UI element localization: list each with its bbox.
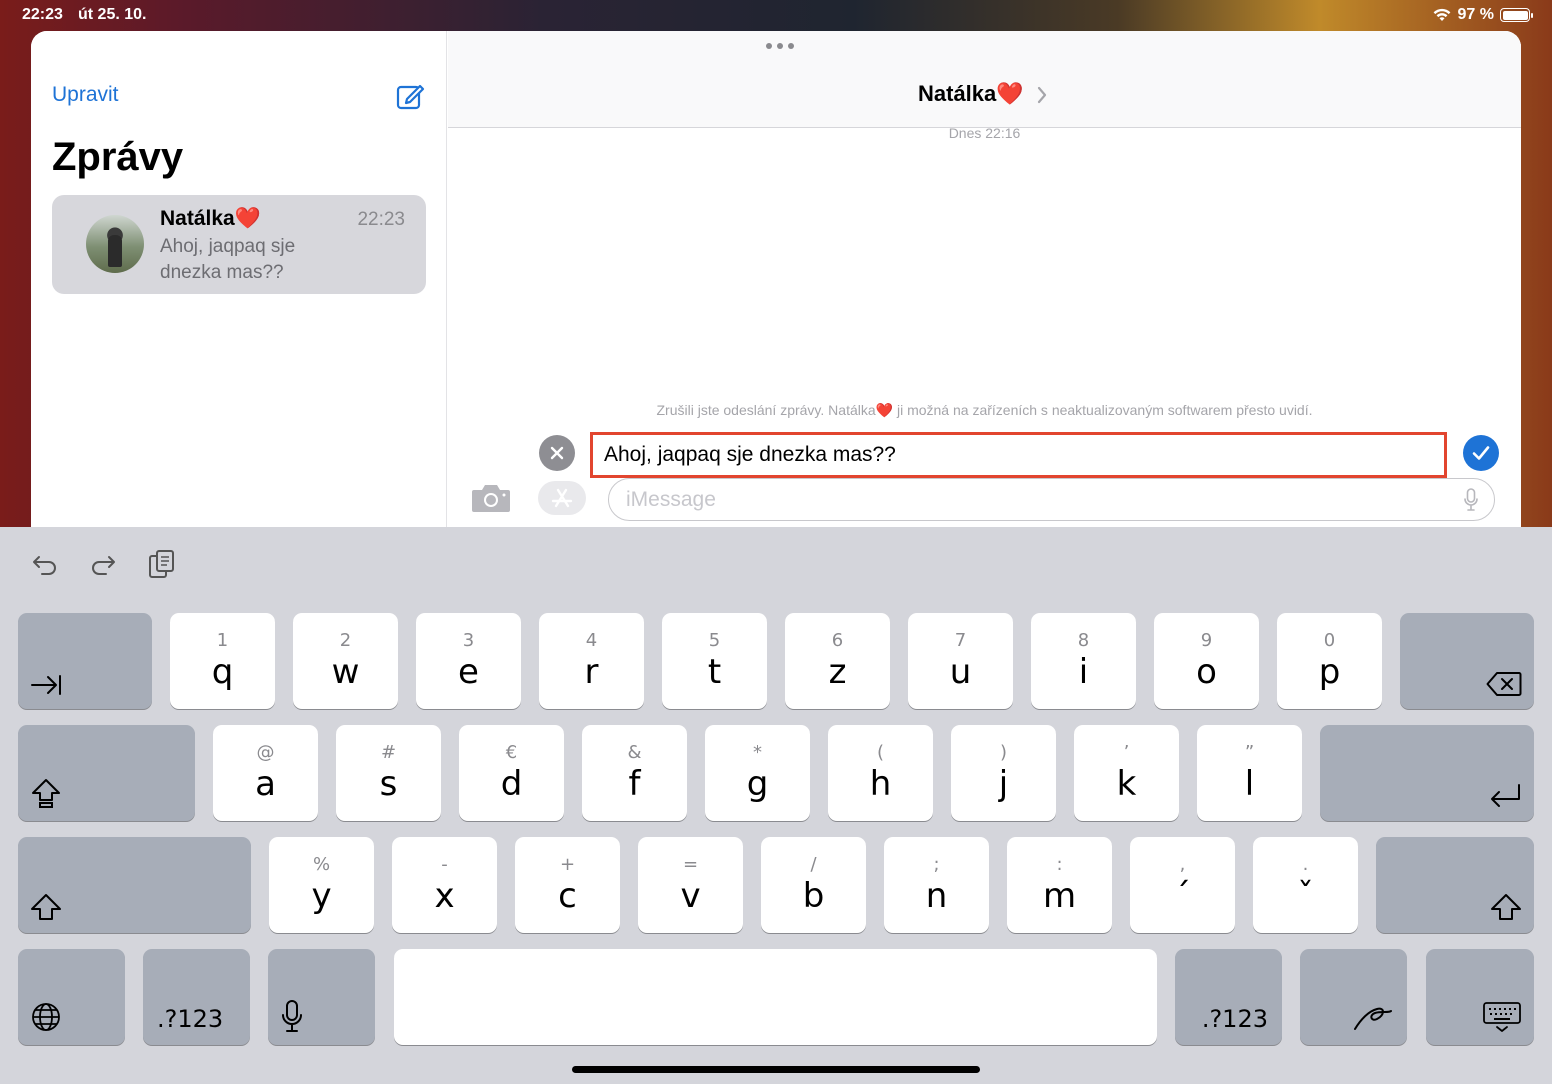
paste-icon[interactable] (147, 549, 177, 579)
tab-key[interactable] (18, 613, 152, 709)
conversation-item[interactable]: Natálka❤️ 22:23 Ahoj, jaqpaq sje dnezka … (52, 195, 426, 294)
status-bar: 22:23 út 25. 10. 97 % (0, 0, 1552, 30)
imessage-placeholder: iMessage (626, 487, 716, 511)
avatar (86, 215, 144, 273)
key-caron[interactable]: .ˇ (1253, 837, 1358, 933)
edit-message-field[interactable]: Ahoj, jaqpaq sje dnezka mas?? (590, 432, 1447, 478)
shift-icon (1491, 894, 1521, 920)
microphone-icon[interactable] (1464, 488, 1478, 512)
message-timestamp: Dnes 22:16 (948, 125, 1021, 141)
shift-icon (31, 894, 61, 920)
caps-lock-key[interactable] (18, 725, 195, 821)
key-i[interactable]: 8i (1031, 613, 1136, 709)
key-b[interactable]: / b (761, 837, 866, 933)
tab-icon (31, 675, 61, 695)
shift-key-right[interactable] (1376, 837, 1534, 933)
status-time: 22:23 (22, 6, 63, 23)
imessage-input[interactable]: iMessage (608, 478, 1495, 521)
return-key[interactable] (1320, 725, 1534, 821)
wifi-icon (1433, 8, 1450, 21)
return-icon (1491, 784, 1520, 807)
key-n[interactable]: ; n (884, 837, 989, 933)
key-u[interactable]: 7u (908, 613, 1013, 709)
conversation-sidebar: Upravit Zprávy Natálka❤️ 22:23 Ahoj, jaq… (31, 31, 447, 551)
conversation-time: 22:23 (357, 209, 405, 230)
status-right: 97 % (1432, 6, 1533, 24)
keyboard: 1q 2w 3e 4r 5t 6z 7u 8i 9o 0p @ a # s € d &… (0, 527, 1552, 1084)
chat-pane: Natálka❤️ Dnes 22:16 Zrušili jste odeslá… (448, 31, 1521, 551)
edit-button[interactable]: Upravit (52, 83, 119, 107)
keyboard-toolbar (0, 527, 1552, 605)
key-z[interactable]: 6z (785, 613, 890, 709)
app-store-icon (551, 488, 573, 508)
multitasking-dots-icon[interactable] (760, 43, 800, 51)
key-d[interactable]: € d (459, 725, 564, 821)
messages-window: Upravit Zprávy Natálka❤️ 22:23 Ahoj, jaq… (31, 31, 1521, 551)
key-c[interactable]: + c (515, 837, 620, 933)
delete-icon (1486, 672, 1522, 696)
key-j[interactable]: ) j (951, 725, 1056, 821)
undo-icon[interactable] (30, 549, 60, 579)
key-g[interactable]: * g (705, 725, 810, 821)
key-k[interactable]: ’ k (1074, 725, 1179, 821)
camera-icon[interactable] (470, 482, 512, 514)
delete-key[interactable] (1400, 613, 1534, 709)
caps-lock-icon (32, 779, 60, 808)
key-w[interactable]: 2w (293, 613, 398, 709)
numbers-key-right[interactable]: .?123 (1175, 949, 1282, 1045)
shift-key-left[interactable] (18, 837, 251, 933)
chat-header: Natálka❤️ (448, 31, 1521, 128)
key-acute[interactable]: , ´ (1130, 837, 1235, 933)
globe-key[interactable] (18, 949, 125, 1045)
cancel-edit-button[interactable] (539, 435, 575, 471)
keyboard-dismiss-icon (1483, 1002, 1521, 1032)
key-o[interactable]: 9o (1154, 613, 1259, 709)
numbers-key-left[interactable]: .?123 (143, 949, 250, 1045)
key-r[interactable]: 4r (539, 613, 644, 709)
scribble-icon (1354, 1007, 1392, 1030)
compose-icon[interactable] (395, 81, 425, 111)
dismiss-keyboard-key[interactable] (1426, 949, 1534, 1045)
conversation-preview: Ahoj, jaqpaq sje dnezka mas?? (160, 236, 296, 283)
redo-icon[interactable] (88, 549, 118, 579)
key-y[interactable]: % y (269, 837, 374, 933)
microphone-icon (282, 1000, 302, 1032)
chevron-right-icon[interactable] (1036, 85, 1048, 105)
space-key[interactable] (394, 949, 1157, 1045)
key-q[interactable]: 1q (170, 613, 275, 709)
page-title: Zprávy (52, 135, 184, 179)
dictation-key[interactable] (268, 949, 375, 1045)
numbers-key-label: .?123 (157, 1005, 224, 1033)
key-h[interactable]: (h (828, 725, 933, 821)
key-e[interactable]: 3e (416, 613, 521, 709)
status-date: út 25. 10. (78, 6, 147, 23)
unsend-notice: Zrušili jste odeslání zprávy. Natálka❤️ … (656, 402, 1313, 418)
battery-percent: 97 % (1457, 6, 1494, 23)
key-a[interactable]: @ a (213, 725, 318, 821)
handwriting-key[interactable] (1300, 949, 1407, 1045)
key-v[interactable]: = v (638, 837, 743, 933)
globe-icon (32, 1003, 60, 1031)
key-x[interactable]: -x (392, 837, 497, 933)
checkmark-icon (1472, 446, 1490, 460)
app-store-button[interactable] (538, 481, 586, 515)
battery-icon (1500, 8, 1533, 22)
key-f[interactable]: & f (582, 725, 687, 821)
confirm-edit-button[interactable] (1463, 435, 1499, 471)
numbers-key-label: .?123 (1201, 1005, 1268, 1033)
key-m[interactable]: :m (1007, 837, 1112, 933)
home-indicator[interactable] (572, 1066, 980, 1073)
conversation-name: Natálka❤️ (160, 207, 261, 230)
key-l[interactable]: ” l (1197, 725, 1302, 821)
key-t[interactable]: 5t (662, 613, 767, 709)
key-p[interactable]: 0p (1277, 613, 1382, 709)
key-s[interactable]: # s (336, 725, 441, 821)
chat-contact-name[interactable]: Natálka❤️ (918, 81, 1024, 107)
close-icon (550, 446, 564, 460)
